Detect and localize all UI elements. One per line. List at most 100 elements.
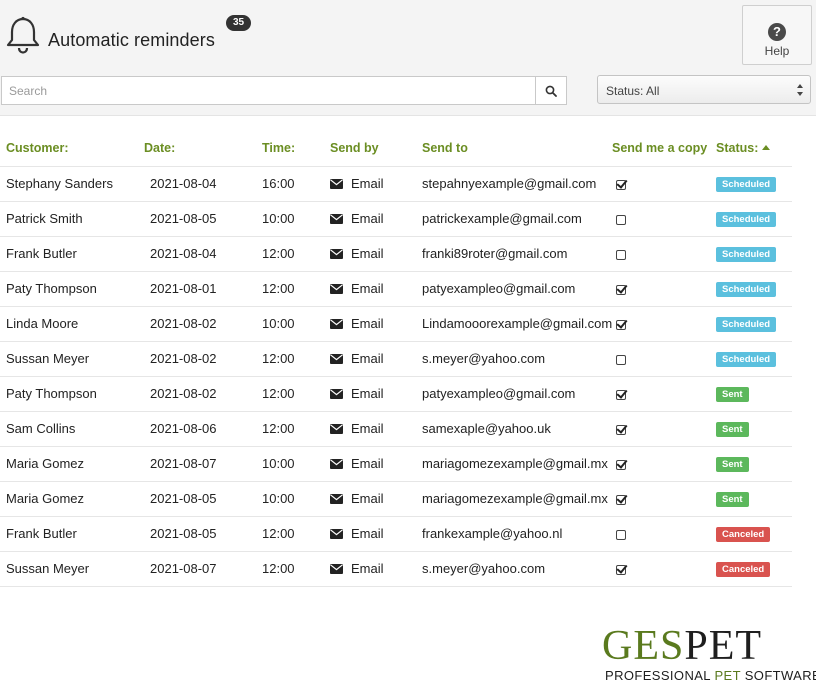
cell-date: 2021-08-05 [144, 516, 262, 552]
column-header-time[interactable]: Time: [262, 130, 330, 167]
column-header-status[interactable]: Status: [716, 130, 792, 167]
cell-send-by: Email [330, 376, 422, 412]
send-copy-checkbox[interactable] [616, 354, 626, 365]
cell-date: 2021-08-02 [144, 341, 262, 377]
table-row[interactable]: Maria Gomez 2021-08-05 10:00 Email mariagome… [0, 481, 792, 517]
envelope-icon [330, 389, 343, 399]
cell-customer: Frank Butler [0, 236, 144, 272]
send-copy-checkbox[interactable] [616, 319, 626, 330]
table-row[interactable]: Sussan Meyer 2021-08-02 12:00 Email s.meyer@… [0, 341, 792, 377]
help-icon: ? [768, 23, 786, 41]
search-button[interactable] [535, 76, 567, 105]
cell-status: Sent [716, 376, 792, 412]
envelope-icon [330, 284, 343, 294]
table-row[interactable]: Frank Butler 2021-08-04 12:00 Email franki89… [0, 236, 792, 272]
send-by-label: Email [351, 176, 384, 191]
send-copy-checkbox[interactable] [616, 564, 626, 575]
send-by-label: Email [351, 561, 384, 576]
table-row[interactable]: Paty Thompson 2021-08-02 12:00 Email patyexa… [0, 376, 792, 412]
table-row[interactable]: Paty Thompson 2021-08-01 12:00 Email patyexa… [0, 271, 792, 307]
cell-date: 2021-08-07 [144, 446, 262, 482]
envelope-icon [330, 354, 343, 364]
cell-copy [612, 551, 716, 587]
envelope-icon [330, 459, 343, 469]
envelope-icon [330, 319, 343, 329]
send-copy-checkbox[interactable] [616, 529, 626, 540]
cell-send-to: mariagomezexample@gmail.mx [422, 446, 612, 482]
send-copy-checkbox[interactable] [616, 389, 626, 400]
send-by-label: Email [351, 491, 384, 506]
cell-copy [612, 446, 716, 482]
cell-customer: Stephany Sanders [0, 166, 144, 202]
search-input[interactable] [1, 76, 535, 105]
send-copy-checkbox[interactable] [616, 284, 626, 295]
table-header-row: Customer: Date: Time: Send by Send to Se… [0, 130, 792, 167]
cell-time: 10:00 [262, 446, 330, 482]
help-button[interactable]: ? Help [742, 5, 812, 65]
status-filter-select[interactable]: Status: All [597, 75, 811, 104]
column-header-date[interactable]: Date: [144, 130, 262, 167]
envelope-icon [330, 564, 343, 574]
cell-copy [612, 376, 716, 412]
status-badge: Scheduled [716, 317, 777, 332]
page-header: Automatic reminders 35 ? Help Status: Al… [0, 0, 816, 116]
cell-copy [612, 201, 716, 237]
cell-send-by: Email [330, 201, 422, 237]
cell-time: 12:00 [262, 376, 330, 412]
column-header-send-by[interactable]: Send by [330, 130, 422, 167]
send-by-label: Email [351, 246, 384, 261]
send-copy-checkbox[interactable] [616, 179, 626, 190]
cell-customer: Paty Thompson [0, 376, 144, 412]
column-header-customer[interactable]: Customer: [0, 130, 144, 167]
send-by-label: Email [351, 456, 384, 471]
logo-wordmark: GESPET [602, 623, 763, 669]
table-row[interactable]: Linda Moore 2021-08-02 10:00 Email Lindamooo… [0, 306, 792, 342]
table-row[interactable]: Stephany Sanders 2021-08-04 16:00 Email step… [0, 166, 792, 202]
column-header-copy[interactable]: Send me a copy [612, 130, 716, 167]
send-copy-checkbox[interactable] [616, 494, 626, 505]
cell-send-to: stepahnyexample@gmail.com [422, 166, 612, 202]
send-copy-checkbox[interactable] [616, 459, 626, 470]
cell-status: Scheduled [716, 201, 792, 237]
send-by-label: Email [351, 421, 384, 436]
status-badge: Sent [716, 457, 749, 472]
table-row[interactable]: Maria Gomez 2021-08-07 10:00 Email mariagome… [0, 446, 792, 482]
table-row[interactable]: Sussan Meyer 2021-08-07 12:00 Email s.meyer@… [0, 551, 792, 587]
cell-send-by: Email [330, 166, 422, 202]
table-row[interactable]: Frank Butler 2021-08-05 12:00 Email frankexa… [0, 516, 792, 552]
cell-send-by: Email [330, 306, 422, 342]
send-copy-checkbox[interactable] [616, 249, 626, 260]
status-header-label: Status: [716, 140, 759, 155]
send-copy-checkbox[interactable] [616, 214, 626, 225]
send-by-label: Email [351, 316, 384, 331]
cell-time: 12:00 [262, 411, 330, 447]
cell-copy [612, 236, 716, 272]
cell-copy [612, 411, 716, 447]
cell-time: 10:00 [262, 481, 330, 517]
cell-status: Canceled [716, 551, 792, 587]
cell-copy [612, 341, 716, 377]
send-copy-checkbox[interactable] [616, 424, 626, 435]
reminder-count-badge: 35 [226, 15, 251, 31]
send-by-label: Email [351, 386, 384, 401]
table-row[interactable]: Sam Collins 2021-08-06 12:00 Email samexaple… [0, 411, 792, 447]
sort-up-icon [762, 144, 771, 150]
cell-send-to: franki89roter@gmail.com [422, 236, 612, 272]
cell-copy [612, 271, 716, 307]
table-row[interactable]: Patrick Smith 2021-08-05 10:00 Email patrick… [0, 201, 792, 237]
status-badge: Scheduled [716, 247, 777, 262]
cell-time: 12:00 [262, 551, 330, 587]
cell-send-by: Email [330, 236, 422, 272]
cell-send-to: s.meyer@yahoo.com [422, 341, 612, 377]
cell-send-by: Email [330, 341, 422, 377]
status-filter-value: Status: All [606, 84, 660, 98]
cell-status: Scheduled [716, 166, 792, 202]
envelope-icon [330, 179, 343, 189]
cell-send-to: patyexampleo@gmail.com [422, 271, 612, 307]
send-by-label: Email [351, 211, 384, 226]
cell-time: 12:00 [262, 516, 330, 552]
column-header-send-to[interactable]: Send to [422, 130, 612, 167]
logo-tagline: PROFESSIONAL PET SOFTWARE [605, 668, 816, 683]
envelope-icon [330, 424, 343, 434]
cell-send-to: s.meyer@yahoo.com [422, 551, 612, 587]
